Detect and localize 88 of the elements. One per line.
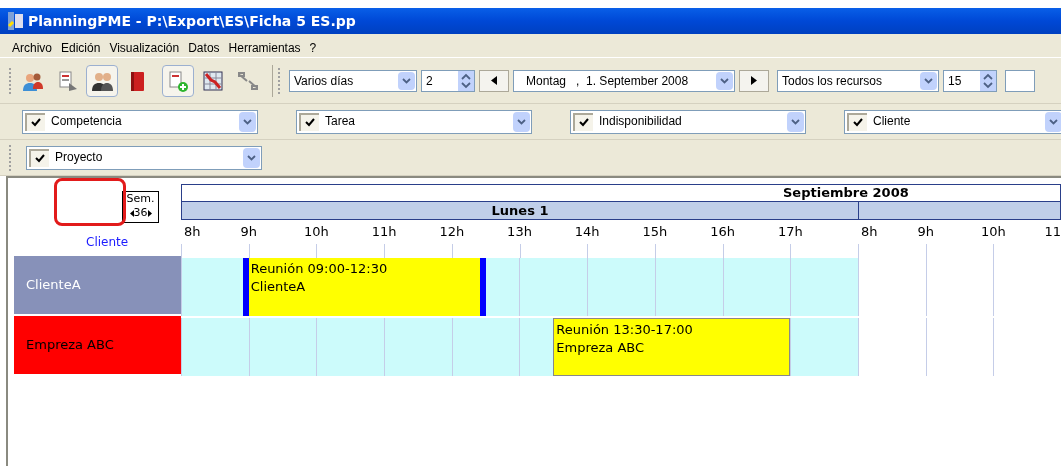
next-button[interactable] <box>739 69 769 92</box>
month-header: Septiembre 2008 <box>181 184 1061 202</box>
caret-icon <box>924 77 933 84</box>
menu-item[interactable]: Archivo <box>12 38 52 57</box>
hour-label: 11 <box>1044 223 1061 241</box>
caret-icon <box>247 154 256 161</box>
checkmark-icon <box>853 118 863 127</box>
resource-column-header: Cliente <box>86 234 129 251</box>
filter-dropdown[interactable]: Indisponibilidad <box>570 109 806 134</box>
spin-arrows-icon <box>980 70 996 91</box>
resource-label: Empreza ABC <box>14 316 181 374</box>
input-field[interactable] <box>1005 69 1035 92</box>
event-title: Reunión 13:30-17:00 <box>556 321 694 339</box>
toolbar-grip[interactable] <box>8 142 12 173</box>
filter-checkbox[interactable] <box>847 112 867 131</box>
checkmark-icon <box>31 118 41 127</box>
menu-item[interactable]: Edición <box>61 38 101 57</box>
days-spinner[interactable]: 2 <box>421 69 475 92</box>
hour-label: 17h <box>777 223 803 241</box>
highlight-frame <box>54 178 126 226</box>
hour-label: 8h <box>184 223 201 241</box>
day-header: Lunes 1 <box>182 202 859 219</box>
filter-checkbox[interactable] <box>25 112 45 131</box>
filter-dropdown[interactable]: Proyecto <box>26 145 262 170</box>
menu-item[interactable]: Herramientas <box>228 38 301 57</box>
dropdown-button[interactable] <box>1045 111 1061 132</box>
checkmark-icon <box>305 118 315 127</box>
dropdown-button[interactable] <box>239 111 256 132</box>
previous-button[interactable] <box>479 69 509 92</box>
caret-icon <box>402 77 411 84</box>
hour-label: 15h <box>642 223 668 241</box>
caret-icon <box>243 118 252 125</box>
caret-icon <box>791 118 800 125</box>
filter-checkbox[interactable] <box>573 112 593 131</box>
resources-dropdown[interactable]: Todos los recursos <box>777 69 939 92</box>
chart-icon <box>201 68 225 93</box>
hour-label: 10h <box>304 223 329 241</box>
hour-label: 9h <box>240 223 257 241</box>
left-arrow-icon <box>129 209 134 217</box>
app-icon <box>8 12 24 30</box>
dropdown-button[interactable] <box>787 111 804 132</box>
week-label: Sem. <box>126 192 155 206</box>
resource-label: ClienteA <box>14 256 181 314</box>
hour-label: 14h <box>574 223 600 241</box>
caret-icon <box>720 77 729 84</box>
toolbar-grip[interactable] <box>8 65 12 96</box>
event-block[interactable]: Reunión 09:00-12:30 ClienteA <box>242 258 486 316</box>
menu-item[interactable]: Visualización <box>109 38 180 57</box>
filter-dropdown[interactable]: Cliente <box>844 109 1061 134</box>
window-title: PlanningPME - P:\Export\ES\Ficha 5 ES.pp <box>28 11 356 31</box>
filter-checkbox[interactable] <box>299 112 319 131</box>
hour-label: 16h <box>710 223 735 241</box>
zoom-spinner[interactable]: 15 <box>943 69 997 92</box>
week-selector[interactable]: Sem. 36 <box>122 191 159 223</box>
right-arrow-icon <box>147 209 152 217</box>
view-mode-dropdown[interactable]: Varios días <box>289 69 417 92</box>
toolbar-button[interactable] <box>86 64 118 97</box>
checkmark-icon <box>579 118 589 127</box>
hour-label: 8h <box>861 223 878 241</box>
hour-label: 9h <box>917 223 934 241</box>
event-client: ClienteA <box>250 278 307 296</box>
date-dropdown[interactable]: Montag , 1. September 2008 <box>513 69 735 92</box>
caret-icon <box>1049 118 1058 125</box>
event-client: Empreza ABC <box>556 339 646 357</box>
hour-label: 10h <box>981 223 1006 241</box>
dropdown-button[interactable] <box>398 71 415 90</box>
dropdown-button[interactable] <box>513 111 530 132</box>
dropdown-button[interactable] <box>243 147 260 168</box>
spin-arrows-icon <box>458 70 474 91</box>
event-block[interactable]: Reunión 13:30-17:00 Empreza ABC <box>553 318 791 376</box>
dropdown-button[interactable] <box>920 71 937 90</box>
menu-item[interactable]: ? <box>309 38 317 57</box>
hour-label: 12h <box>439 223 465 241</box>
filter-dropdown[interactable]: Competencia <box>22 109 258 134</box>
left-arrow-icon <box>491 76 497 85</box>
caret-icon <box>517 118 526 125</box>
add-task-icon <box>166 68 190 93</box>
dropdown-button[interactable] <box>716 71 733 90</box>
filter-dropdown[interactable]: Tarea <box>296 109 532 134</box>
hour-label: 13h <box>507 223 532 241</box>
toolbar-grip[interactable] <box>277 65 281 96</box>
event-title: Reunión 09:00-12:30 <box>250 260 389 278</box>
hour-label: 11h <box>371 223 397 241</box>
menu-item[interactable]: Datos <box>188 38 220 57</box>
filter-checkbox[interactable] <box>29 148 49 167</box>
week-number: 36 <box>129 206 152 220</box>
right-arrow-icon <box>751 76 757 85</box>
checkmark-icon <box>35 154 45 163</box>
